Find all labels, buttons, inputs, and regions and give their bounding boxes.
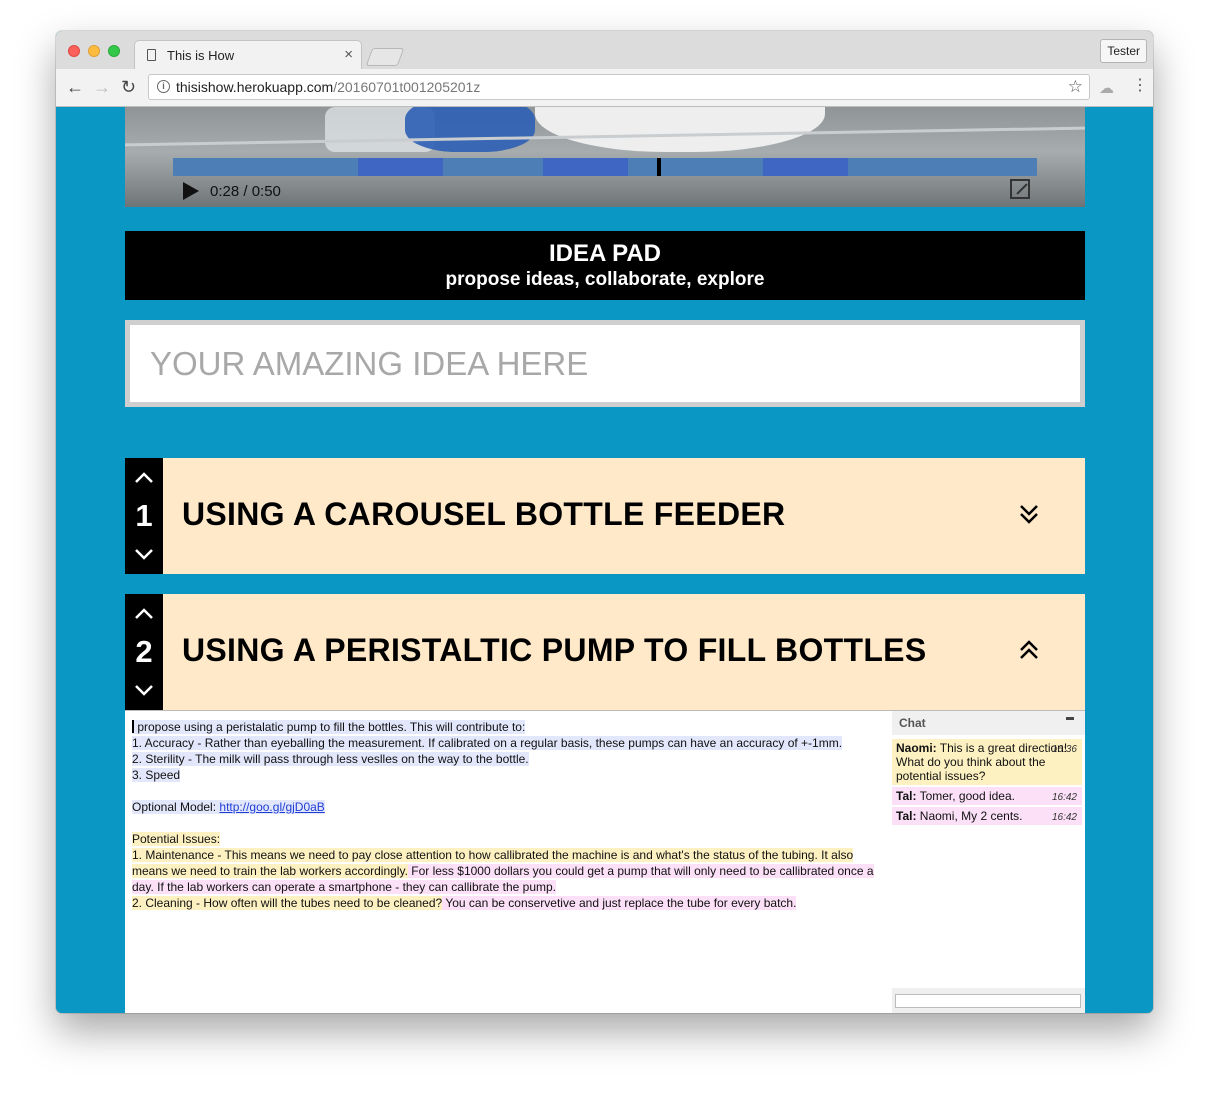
minimize-icon[interactable]: [1066, 717, 1074, 720]
tab-close-icon[interactable]: ×: [344, 46, 353, 63]
new-tab-button[interactable]: [365, 48, 405, 66]
idea-rank: 1: [135, 498, 153, 533]
doc-issue-1-cont: means we need to train the lab workers a…: [132, 864, 408, 878]
chat-message: Naomi: This is a great direction! What d…: [892, 739, 1082, 785]
idea-document-editor[interactable]: propose using a peristalatic pump to fil…: [132, 719, 887, 911]
video-frame-blue-object: [405, 107, 535, 152]
buffered-segment: [763, 158, 848, 176]
chat-message: Tal: Naomi, My 2 cents. 16:42: [892, 807, 1082, 825]
doc-intro: propose using a peristalatic pump to fil…: [134, 720, 526, 734]
doc-issue-1-comment-cont: day. If the lab workers can operate a sm…: [132, 880, 557, 894]
chat-header[interactable]: Chat: [892, 711, 1085, 735]
idea-item-2: 2 USING A PERISTALTIC PUMP TO FILL BOTTL…: [125, 594, 1085, 710]
doc-model-label: Optional Model:: [132, 800, 220, 814]
reload-icon[interactable]: ↻: [121, 76, 136, 98]
buffered-segment: [358, 158, 443, 176]
forward-arrow-icon[interactable]: →: [93, 76, 111, 98]
chat-input-bar: [892, 988, 1085, 1013]
idea-input-frame: [125, 320, 1085, 407]
bookmark-star-icon[interactable]: ☆: [1068, 77, 1083, 97]
info-icon[interactable]: i: [157, 80, 170, 93]
close-window-button[interactable]: [68, 45, 80, 57]
idea-rank: 2: [135, 634, 153, 669]
idea-input[interactable]: [130, 325, 1080, 402]
chevron-down-icon[interactable]: [134, 682, 154, 698]
document-icon: [147, 49, 156, 61]
browser-window: This is How × Tester ← → ↻ i thisishow.h…: [56, 31, 1153, 1013]
cloud-extension-icon[interactable]: ☁: [1099, 79, 1114, 97]
buffered-segment: [543, 158, 628, 176]
video-player[interactable]: 0:28 / 0:50: [125, 107, 1085, 207]
idea-pad-banner: IDEA PAD propose ideas, collaborate, exp…: [125, 231, 1085, 300]
chat-time: 16:42: [1051, 792, 1077, 803]
doc-issue-1: 1. Maintenance - This means we need to p…: [132, 848, 854, 862]
doc-benefit-2: 2. Sterility - The milk will pass throug…: [132, 752, 529, 766]
page-content: 0:28 / 0:50 IDEA PAD propose ideas, coll…: [56, 107, 1153, 1013]
chat-text: Naomi, My 2 cents.: [916, 809, 1023, 823]
chat-author: Tal:: [896, 809, 917, 823]
tab-strip: This is How × Tester: [56, 31, 1153, 69]
idea-header[interactable]: USING A CAROUSEL BOTTLE FEEDER: [163, 458, 1085, 574]
chat-panel: Chat Naomi: This is a great direction! W…: [892, 711, 1085, 1013]
chevron-up-icon[interactable]: [134, 606, 154, 622]
banner-subtitle: propose ideas, collaborate, explore: [445, 269, 765, 290]
vote-column: 2: [125, 594, 163, 710]
chat-author: Naomi:: [896, 741, 937, 755]
url-text[interactable]: thisishow.herokuapp.com/20160701t0012052…: [176, 79, 480, 95]
idea-detail-panel: propose using a peristalatic pump to fil…: [125, 710, 1085, 1013]
doc-issue-2-comment: You can be conservetive and just replace…: [442, 896, 797, 910]
doc-benefit-1: 1. Accuracy - Rather than eyeballing the…: [132, 736, 843, 750]
doc-model-link[interactable]: http://goo.gl/gjD0aB: [219, 800, 324, 814]
chevron-up-icon[interactable]: [134, 470, 154, 486]
chat-time: 16:36: [1051, 744, 1077, 755]
url-path: /20160701t001205201z: [333, 79, 481, 95]
url-host: thisishow.herokuapp.com: [176, 79, 334, 95]
chat-title: Chat: [899, 716, 926, 730]
address-bar[interactable]: i thisishow.herokuapp.com/20160701t00120…: [148, 74, 1090, 100]
doc-benefit-3: 3. Speed: [132, 768, 181, 782]
video-progress-bar[interactable]: [173, 158, 1037, 176]
idea-header[interactable]: USING A PERISTALTIC PUMP TO FILL BOTTLES: [163, 594, 1085, 710]
window-controls: [68, 45, 120, 57]
doc-issues-heading: Potential Issues:: [132, 832, 221, 846]
play-icon[interactable]: [183, 182, 199, 200]
menu-kebab-icon[interactable]: ⋮: [1132, 77, 1148, 95]
chat-text: Tomer, good idea.: [916, 789, 1015, 803]
video-timecode: 0:28 / 0:50: [210, 183, 281, 200]
tab-title: This is How: [167, 48, 235, 63]
idea-title[interactable]: USING A CAROUSEL BOTTLE FEEDER: [182, 496, 785, 533]
double-chevron-down-icon[interactable]: [1018, 502, 1040, 526]
idea-item-1: 1 USING A CAROUSEL BOTTLE FEEDER: [125, 458, 1085, 574]
maximize-window-button[interactable]: [108, 45, 120, 57]
minimize-window-button[interactable]: [88, 45, 100, 57]
banner-title: IDEA PAD: [548, 240, 661, 267]
fullscreen-icon[interactable]: [1010, 179, 1030, 199]
chat-author: Tal:: [896, 789, 917, 803]
chevron-down-icon[interactable]: [134, 546, 154, 562]
vote-column: 1: [125, 458, 163, 574]
video-frame-cloth: [535, 107, 825, 152]
chat-input[interactable]: [895, 994, 1081, 1008]
profile-button[interactable]: Tester: [1100, 39, 1147, 63]
chat-message: Tal: Tomer, good idea. 16:42: [892, 787, 1082, 805]
video-scrubber-handle[interactable]: [657, 158, 661, 176]
doc-issue-2: 2. Cleaning - How often will the tubes n…: [132, 896, 443, 910]
browser-tab[interactable]: This is How ×: [134, 40, 362, 69]
chat-time: 16:42: [1051, 812, 1077, 823]
browser-toolbar: ← → ↻ i thisishow.herokuapp.com/20160701…: [56, 69, 1153, 107]
doc-issue-1-comment: For less $1000 dollars you could get a p…: [407, 864, 874, 878]
back-arrow-icon[interactable]: ←: [66, 76, 84, 98]
idea-title[interactable]: USING A PERISTALTIC PUMP TO FILL BOTTLES: [182, 632, 926, 669]
double-chevron-up-icon[interactable]: [1018, 638, 1040, 662]
